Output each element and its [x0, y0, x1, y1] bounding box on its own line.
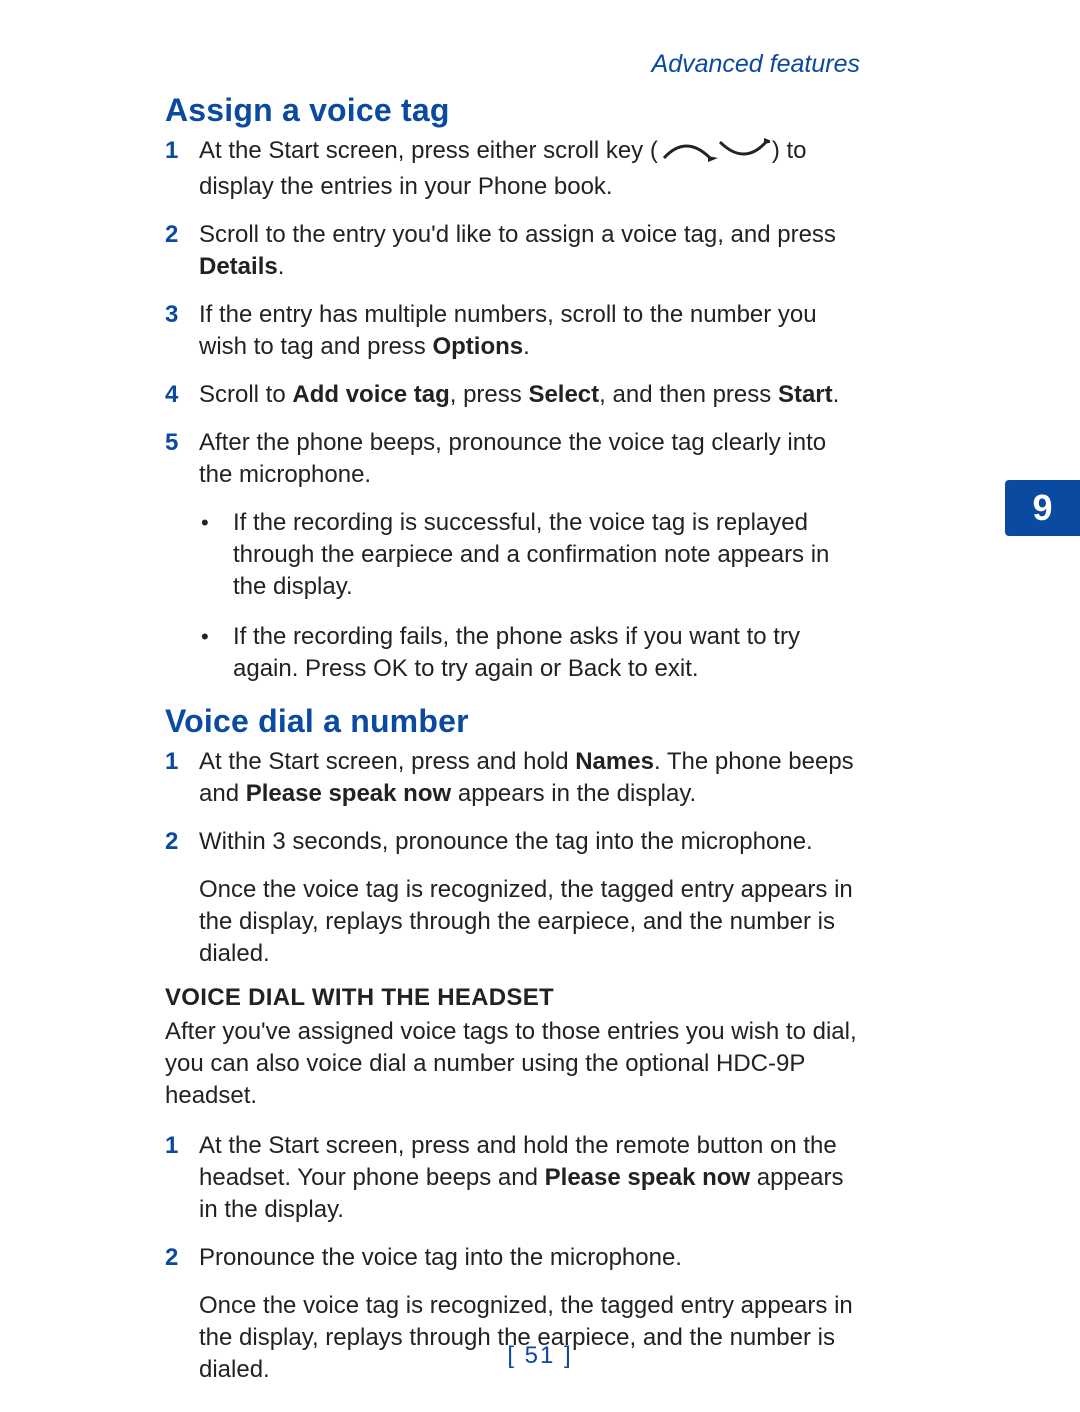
list-item: 2 Pronounce the voice tag into the micro… [165, 1242, 865, 1274]
bullet-icon: • [201, 621, 233, 653]
step-text: At the Start screen, press and hold the … [199, 1130, 865, 1226]
list-item: 2 Within 3 seconds, pronounce the tag in… [165, 826, 865, 858]
list-item: 3 If the entry has multiple numbers, scr… [165, 299, 865, 363]
step-text-part: Scroll to [199, 381, 292, 408]
headset-followup-para: Once the voice tag is recognized, the ta… [199, 1290, 865, 1386]
step-text-part: Scroll to the entry you'd like to assign… [199, 221, 836, 248]
ui-term: Options [432, 333, 523, 360]
bullet-text: If the recording fails, the phone asks i… [233, 621, 865, 685]
list-item: 1 At the Start screen, press and hold Na… [165, 746, 865, 810]
bullet-item: • If the recording is successful, the vo… [201, 507, 865, 603]
ui-term: Please speak now [545, 1164, 750, 1191]
step-number: 1 [165, 746, 199, 778]
step-number: 2 [165, 219, 199, 251]
step-number: 5 [165, 427, 199, 459]
step-number: 1 [165, 135, 199, 167]
chapter-tab: 9 [1005, 480, 1080, 536]
bullet-text-part: If the recording is successful, the voic… [233, 509, 829, 600]
bullet-text: If the recording is successful, the voic… [233, 507, 865, 603]
step-text-part: . [833, 381, 840, 408]
step-number: 3 [165, 299, 199, 331]
step-text-part: At the Start screen, press either scroll… [199, 137, 658, 164]
step-number: 2 [165, 826, 199, 858]
step-text: After the phone beeps, pronounce the voi… [199, 427, 865, 491]
bullet-text-part: to try again or [408, 655, 568, 682]
bullet-item: • If the recording fails, the phone asks… [201, 621, 865, 685]
list-item: 1 At the Start screen, press either scro… [165, 135, 865, 203]
manual-page: Advanced features 9 Assign a voice tag 1… [0, 0, 1080, 1412]
dial-steps-list: 1 At the Start screen, press and hold Na… [165, 746, 865, 858]
heading-voice-dial: Voice dial a number [165, 703, 865, 740]
step-number: 2 [165, 1242, 199, 1274]
step-text: Scroll to Add voice tag, press Select, a… [199, 379, 865, 411]
bullet-text-part: to exit. [621, 655, 698, 682]
dial-followup-para: Once the voice tag is recognized, the ta… [199, 874, 865, 970]
assign-sub-bullets: • If the recording is successful, the vo… [201, 507, 865, 685]
step-text: Within 3 seconds, pronounce the tag into… [199, 826, 865, 858]
step-number: 4 [165, 379, 199, 411]
ui-term: Add voice tag [292, 381, 449, 408]
step-text: Pronounce the voice tag into the microph… [199, 1242, 865, 1274]
ui-term: Back [568, 655, 621, 682]
ui-term: OK [373, 655, 408, 682]
scroll-key-icons [660, 138, 770, 171]
headset-steps-list: 1 At the Start screen, press and hold th… [165, 1130, 865, 1274]
ui-term: Start [778, 381, 833, 408]
headset-intro: After you've assigned voice tags to thos… [165, 1016, 865, 1112]
step-text-part: . [523, 333, 530, 360]
list-item: 4 Scroll to Add voice tag, press Select,… [165, 379, 865, 411]
step-text-part: appears in the display. [451, 780, 696, 807]
step-text-part: Within 3 seconds, pronounce the tag into… [199, 828, 813, 855]
ui-term: Details [199, 253, 278, 280]
step-text-part: , and then press [599, 381, 778, 408]
step-text: At the Start screen, press either scroll… [199, 135, 865, 203]
page-content: Assign a voice tag 1 At the Start screen… [165, 92, 865, 1400]
running-head: Advanced features [652, 50, 860, 79]
step-text: At the Start screen, press and hold Name… [199, 746, 865, 810]
step-text-part: . [278, 253, 285, 280]
assign-steps-list: 1 At the Start screen, press either scro… [165, 135, 865, 491]
list-item: 1 At the Start screen, press and hold th… [165, 1130, 865, 1226]
step-text-part: At the Start screen, press and hold [199, 748, 575, 775]
step-text: Scroll to the entry you'd like to assign… [199, 219, 865, 283]
ui-term: Please speak now [246, 780, 451, 807]
step-text-part: After the phone beeps, pronounce the voi… [199, 429, 826, 488]
step-text-part: , press [450, 381, 529, 408]
step-number: 1 [165, 1130, 199, 1162]
list-item: 5 After the phone beeps, pronounce the v… [165, 427, 865, 491]
bullet-icon: • [201, 507, 233, 539]
ui-term: Select [528, 381, 599, 408]
page-number: [ 51 ] [0, 1342, 1080, 1370]
list-item: 2 Scroll to the entry you'd like to assi… [165, 219, 865, 283]
heading-assign-voice-tag: Assign a voice tag [165, 92, 865, 129]
step-text-part: Pronounce the voice tag into the microph… [199, 1244, 682, 1271]
ui-term: Names [575, 748, 654, 775]
step-text: If the entry has multiple numbers, scrol… [199, 299, 865, 363]
subheading-headset: VOICE DIAL WITH THE HEADSET [165, 984, 865, 1012]
